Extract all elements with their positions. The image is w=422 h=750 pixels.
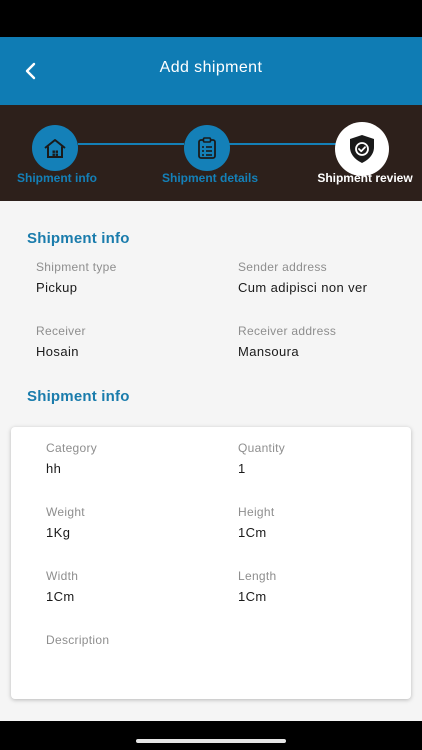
step-1-label: Shipment info — [17, 171, 97, 185]
app-bar: Add shipment — [0, 37, 422, 105]
field-label: Receiver — [36, 324, 86, 338]
clipboard-list-icon — [198, 137, 216, 159]
field-value: 1Kg — [46, 525, 71, 540]
field-label: Shipment type — [36, 260, 117, 274]
stepper: Shipment info Shipment details Shipment … — [0, 105, 422, 201]
step-connector — [78, 143, 184, 145]
step-1-circle[interactable] — [32, 125, 78, 171]
field-label: Height — [238, 505, 275, 519]
field-value: 1Cm — [46, 589, 75, 604]
field-label: Weight — [46, 505, 85, 519]
field-label: Receiver address — [238, 324, 337, 338]
field-value: Hosain — [36, 344, 79, 359]
system-nav-bar — [0, 721, 422, 750]
shield-check-icon — [350, 135, 374, 163]
step-3-label: Shipment review — [317, 171, 413, 185]
field-label: Sender address — [238, 260, 327, 274]
home-icon — [44, 139, 66, 158]
section-title: Shipment info — [27, 388, 130, 405]
field-value: 1Cm — [238, 525, 267, 540]
home-indicator[interactable] — [136, 739, 286, 743]
step-connector — [229, 143, 337, 145]
field-label: Category — [46, 441, 98, 455]
field-value: 1Cm — [238, 589, 267, 604]
field-label: Description — [46, 633, 110, 647]
step-3-circle[interactable] — [335, 122, 389, 176]
step-2-label: Shipment details — [161, 171, 259, 185]
field-value: hh — [46, 461, 62, 476]
step-2-circle[interactable] — [184, 125, 230, 171]
field-label: Width — [46, 569, 79, 583]
field-value: Pickup — [36, 280, 78, 295]
field-value: 1 — [238, 461, 246, 476]
field-label: Quantity — [238, 441, 286, 455]
status-bar — [0, 0, 422, 37]
page-title: Add shipment — [159, 59, 263, 76]
field-value: Mansoura — [238, 344, 300, 359]
shipment-details-card: Category hh Quantity 1 Weight 1Kg Height… — [11, 427, 411, 699]
field-label: Length — [238, 569, 277, 583]
section-title: Shipment info — [27, 230, 130, 247]
review-content: Shipment info Shipment type Pickup Sende… — [0, 201, 422, 721]
field-value: Cum adipisci non ver — [238, 280, 368, 295]
